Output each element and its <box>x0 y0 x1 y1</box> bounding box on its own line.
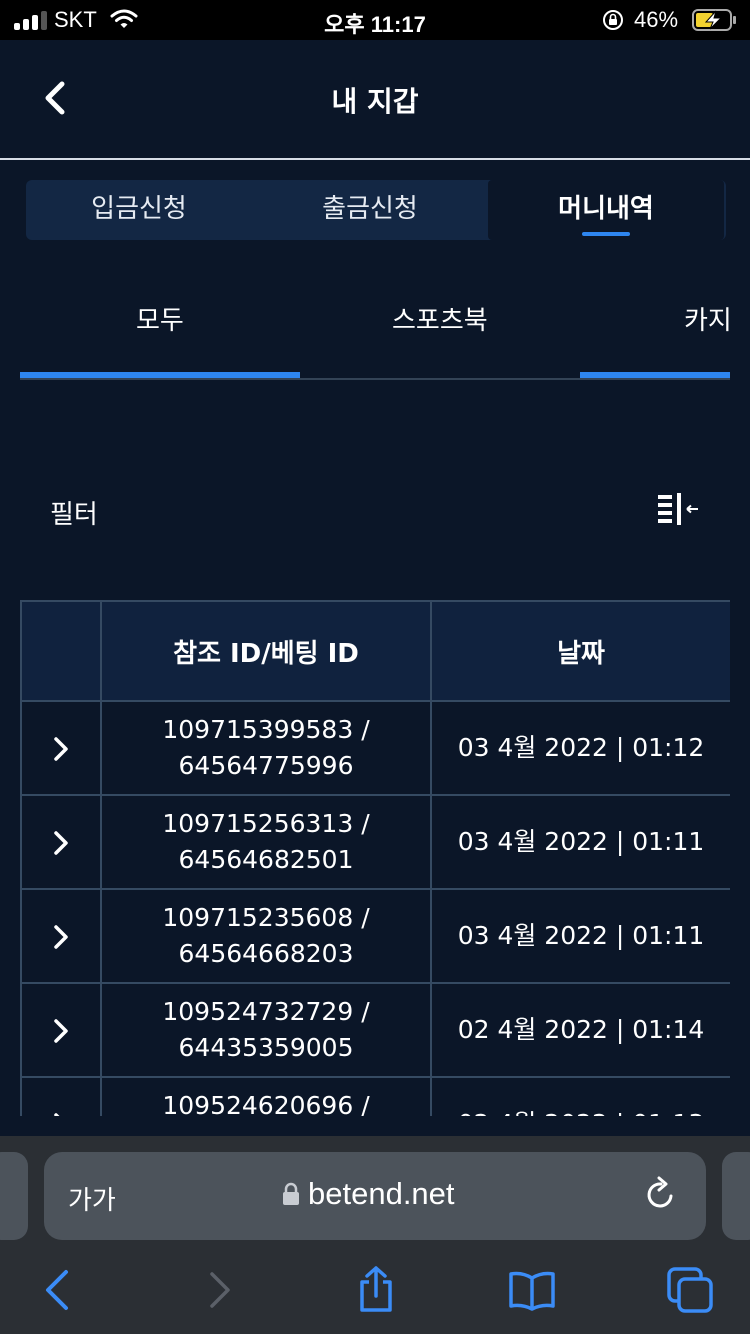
bet-id: 64564682501 <box>178 845 354 874</box>
lock-icon <box>283 1182 299 1205</box>
subtab-casino-indicator <box>580 372 730 378</box>
bet-id: 64564668203 <box>178 939 354 968</box>
expand-cell[interactable] <box>20 1076 102 1116</box>
subtab-casino[interactable]: 카지 <box>684 300 732 337</box>
reference-id: 109715256313 / <box>162 809 370 838</box>
expand-cell[interactable] <box>20 982 102 1078</box>
reference-cell: 109715235608 / 64564668203 <box>100 888 432 984</box>
table-header-row: 참조 ID/베팅 ID 날짜 <box>20 600 730 702</box>
reference-id: 109715235608 / <box>162 903 370 932</box>
address-bar[interactable]: 가가 betend.net <box>44 1152 706 1240</box>
previous-tab-peek[interactable] <box>0 1152 28 1240</box>
filter-list-icon[interactable] <box>656 490 702 530</box>
bookmarks-icon[interactable] <box>508 1266 556 1314</box>
column-header-expand <box>20 600 102 702</box>
browser-back-icon[interactable] <box>36 1266 84 1314</box>
reference-id: 109715399583 / <box>162 715 370 744</box>
bet-id: 64564775996 <box>178 751 354 780</box>
url-text[interactable]: betend.net <box>308 1176 455 1212</box>
chevron-right-icon <box>54 737 68 761</box>
rotation-lock-icon <box>603 10 623 30</box>
reference-cell: 109715399583 / 64564775996 <box>100 700 432 796</box>
reference-id: 109524620696 / <box>162 1091 370 1116</box>
reference-cell: 109524620696 /64435287110 <box>100 1076 432 1116</box>
share-icon[interactable] <box>352 1266 400 1314</box>
expand-cell[interactable] <box>20 888 102 984</box>
active-tab-indicator <box>582 232 630 236</box>
date-cell: 03 4월 2022 | 01:12 <box>430 700 730 796</box>
reference-cell: 109715256313 / 64564682501 <box>100 794 432 890</box>
header-divider <box>0 158 750 160</box>
column-header-reference-id: 참조 ID/베팅 ID <box>100 600 432 702</box>
expand-cell[interactable] <box>20 700 102 796</box>
date-cell: 03 4월 2022 | 01:11 <box>430 794 730 890</box>
text-size-button[interactable]: 가가 <box>68 1180 116 1217</box>
chevron-right-icon <box>54 831 68 855</box>
chevron-right-icon <box>54 1019 68 1043</box>
table-row[interactable]: 109715256313 / 64564682501 03 4월 2022 | 0… <box>20 794 730 890</box>
bet-id: 64435359005 <box>178 1033 354 1062</box>
browser-forward-icon[interactable] <box>196 1266 244 1314</box>
tabs-icon[interactable] <box>666 1266 714 1314</box>
table-row[interactable]: 109524620696 /64435287110 02 4월 2022 | 0… <box>20 1076 730 1116</box>
chevron-right-icon <box>54 925 68 949</box>
subtab-all-indicator <box>20 372 300 378</box>
money-history-table: 참조 ID/베팅 ID 날짜 109715399583 / 64564775996… <box>20 600 730 1116</box>
table-row[interactable]: 109715399583 / 64564775996 03 4월 2022 | 0… <box>20 700 730 796</box>
tab-money-history-label: 머니내역 <box>558 194 654 224</box>
status-bar: SKT 오후 11:17 46% <box>0 0 750 40</box>
date-cell: 03 4월 2022 | 01:11 <box>430 888 730 984</box>
reload-icon[interactable] <box>644 1176 678 1212</box>
subtab-sportsbook[interactable]: 스포츠북 <box>392 300 488 337</box>
filter-label[interactable]: 필터 <box>50 494 98 531</box>
tab-deposit-request[interactable]: 입금신청 <box>26 180 252 240</box>
battery-percent: 46% <box>634 7 679 32</box>
app-header: 내 지갑 <box>0 40 750 158</box>
subtab-all[interactable]: 모두 <box>136 300 184 337</box>
chevron-right-icon <box>54 1113 60 1116</box>
column-header-date: 날짜 <box>430 600 730 702</box>
table-row[interactable]: 109524732729 / 64435359005 02 4월 2022 | 0… <box>20 982 730 1078</box>
page-title: 내 지갑 <box>331 85 419 118</box>
tab-money-history[interactable]: 머니내역 <box>488 180 724 240</box>
date-cell: 02 4월 2022 | 01:14 <box>430 982 730 1078</box>
table-row[interactable]: 109715235608 / 64564668203 03 4월 2022 | 0… <box>20 888 730 984</box>
battery-charging-icon <box>692 9 736 31</box>
tab-withdraw-request[interactable]: 출금신청 <box>252 180 488 240</box>
wallet-tabs: 입금신청 출금신청 머니내역 <box>26 180 726 240</box>
reference-cell: 109524732729 / 64435359005 <box>100 982 432 1078</box>
next-tab-peek[interactable] <box>722 1152 750 1240</box>
subtab-divider <box>20 378 730 380</box>
expand-cell[interactable] <box>20 794 102 890</box>
date-cell: 02 4월 2022 | 01:13 <box>430 1076 730 1116</box>
reference-id: 109524732729 / <box>162 997 370 1026</box>
